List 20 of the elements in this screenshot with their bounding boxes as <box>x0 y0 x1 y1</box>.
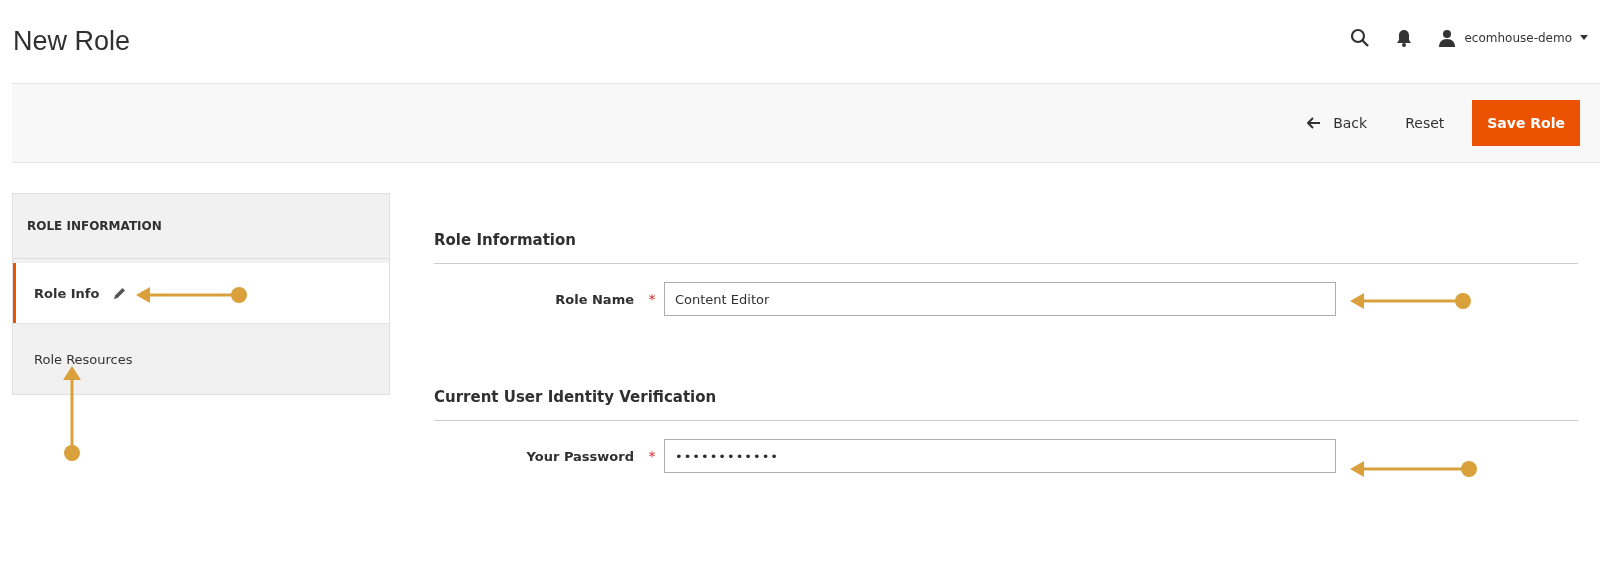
sidebar-tab[interactable]: Role Info <box>13 263 389 323</box>
required-mark: * <box>647 291 657 307</box>
save-role-button[interactable]: Save Role <box>1472 100 1580 146</box>
required-mark: * <box>647 448 657 464</box>
section-title: Role Information <box>434 231 1578 264</box>
field-label: Role Name <box>554 291 634 307</box>
user-icon <box>1438 28 1457 47</box>
user-menu[interactable]: ecomhouse-demo <box>1438 28 1588 47</box>
arrow-left-icon <box>1307 117 1322 129</box>
caret-icon <box>1580 35 1588 40</box>
bell-icon[interactable] <box>1396 28 1413 47</box>
search-icon[interactable] <box>1350 27 1371 48</box>
input-field[interactable]: Content Editor <box>664 282 1336 316</box>
input-field[interactable]: •••••••••••• <box>664 439 1336 473</box>
section-title: Current User Identity Verification <box>434 388 1578 421</box>
reset-button[interactable]: Reset <box>1395 107 1455 139</box>
sidebar-title: ROLE INFORMATION <box>13 194 389 259</box>
field-label: Your Password <box>525 448 634 464</box>
back-button[interactable]: Back <box>1297 107 1378 139</box>
page-title: New Role <box>13 26 131 57</box>
